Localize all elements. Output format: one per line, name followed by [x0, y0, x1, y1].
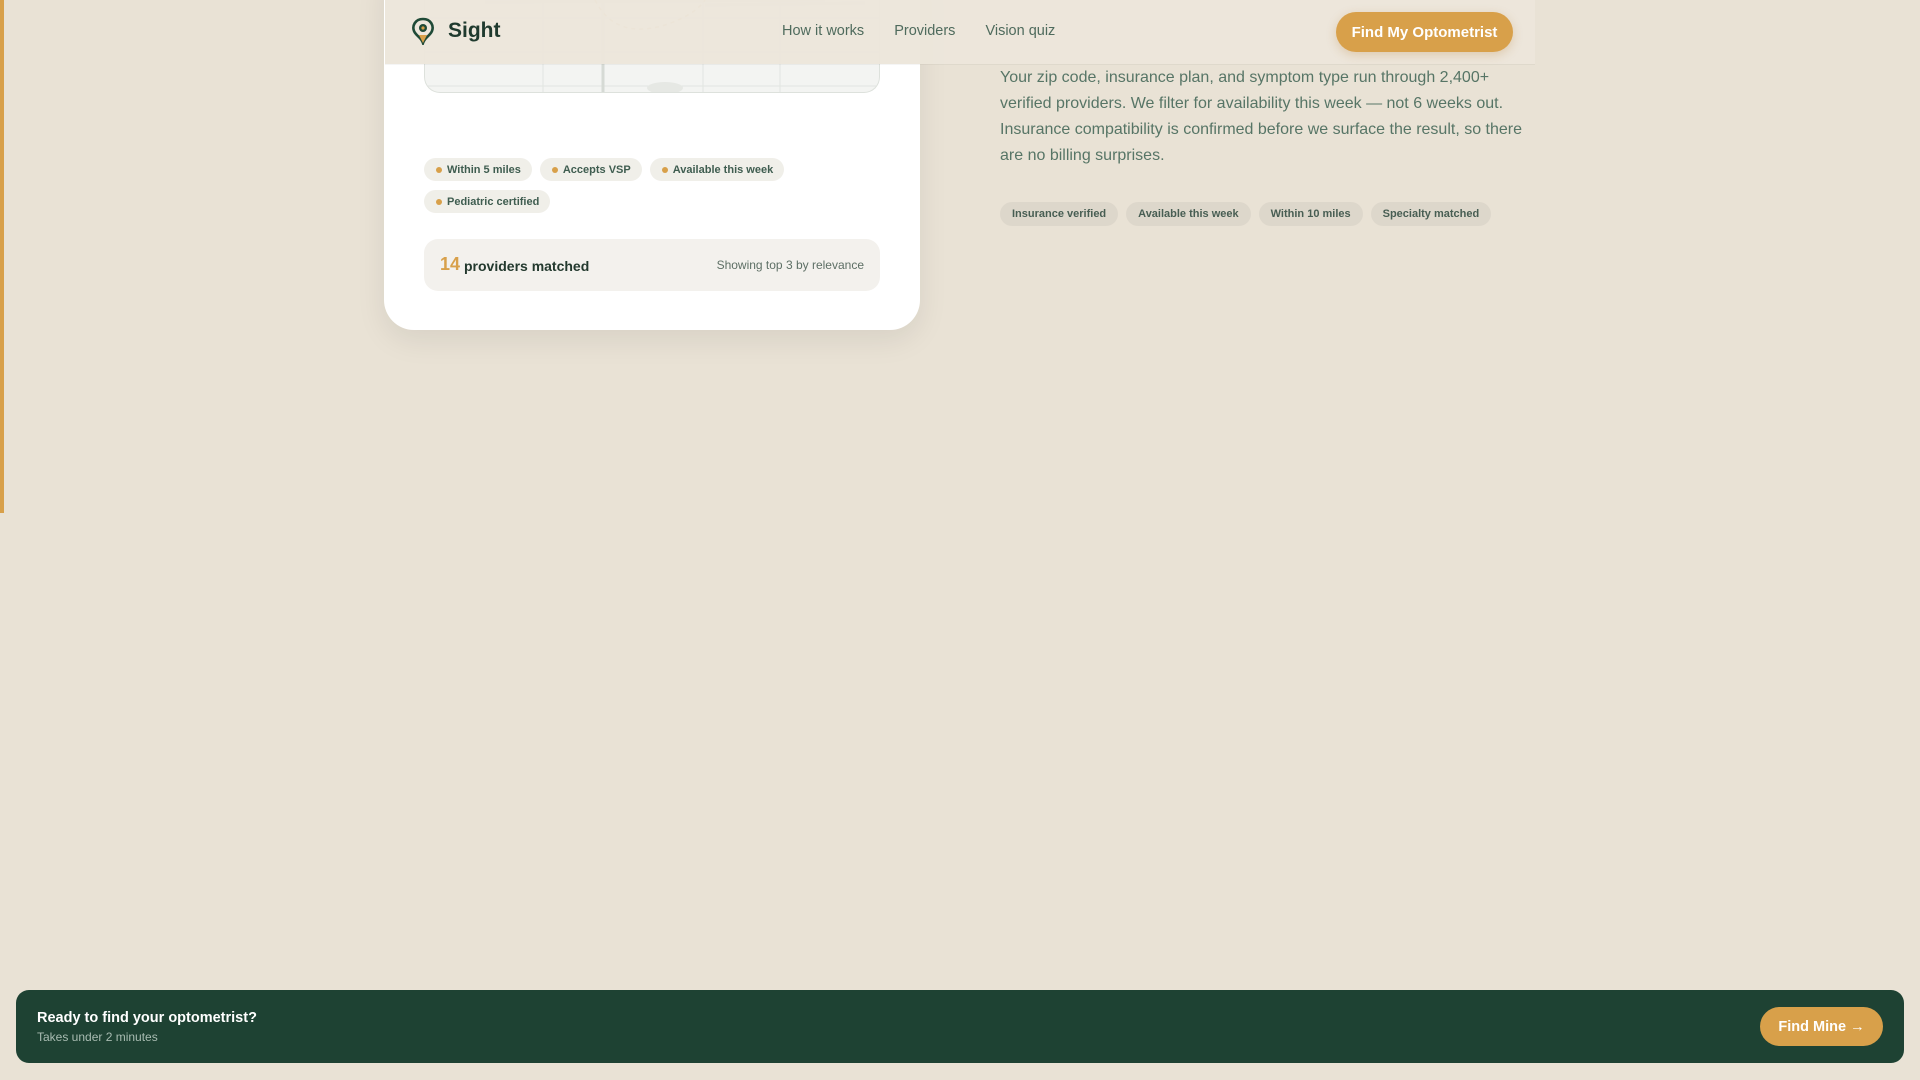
filter-chip[interactable]: Within 5 miles — [424, 158, 532, 181]
filter-chip[interactable]: Available this week — [649, 158, 785, 181]
filter-chip-label: Pediatric certified — [447, 195, 540, 208]
nav-how-it-works[interactable]: How it works — [782, 23, 864, 39]
find-mine-button[interactable]: Find Mine → — [1760, 1007, 1883, 1046]
feature-tags: Insurance verified Available this week W… — [1000, 202, 1492, 226]
find-my-optometrist-button[interactable]: Find My Optometrist — [1336, 12, 1513, 52]
main-nav: How it works Providers Vision quiz — [782, 23, 1085, 39]
feature-tag: Within 10 miles — [1258, 202, 1363, 226]
eye-logo-icon — [412, 17, 434, 45]
feature-tag: Available this week — [1126, 202, 1251, 226]
dot-icon — [661, 166, 668, 173]
feature-tag: Specialty matched — [1370, 202, 1492, 226]
nav-vision-quiz[interactable]: Vision quiz — [985, 23, 1055, 39]
filter-chips: Within 5 miles Accepts VSP Available thi… — [424, 158, 884, 213]
brand[interactable]: Sight — [410, 17, 501, 45]
dot-icon — [551, 166, 558, 173]
cta-bar-title: Ready to find your optometrist? — [37, 1010, 257, 1026]
dot-icon — [436, 166, 442, 173]
site-header: Sight How it works Providers Vision quiz… — [385, 0, 1535, 64]
filter-chip[interactable]: Pediatric certified — [424, 190, 551, 213]
dot-icon — [436, 198, 442, 205]
filter-chip-label: Accepts VSP — [562, 163, 631, 176]
left-accent-bar — [0, 0, 4, 513]
match-label: providers matched — [464, 258, 590, 274]
feature-tag: Insurance verified — [1000, 202, 1119, 226]
match-summary: 14 providers matched Showing top 3 by re… — [424, 239, 880, 291]
filter-chip-label: Within 5 miles — [447, 163, 521, 176]
nav-providers[interactable]: Providers — [894, 23, 955, 39]
cta-bar-subtitle: Takes under 2 minutes — [37, 1030, 158, 1044]
sticky-cta-bar: Ready to find your optometrist? Takes un… — [16, 990, 1904, 1063]
filter-chip[interactable]: Accepts VSP — [539, 158, 642, 181]
filter-chip-label: Available this week — [672, 163, 774, 176]
match-note: Showing top 3 by relevance — [716, 258, 864, 272]
matching-description: Your zip code, insurance plan, and sympt… — [1000, 69, 1523, 164]
brand-name: Sight — [448, 19, 501, 42]
match-count: 14 — [440, 254, 461, 274]
